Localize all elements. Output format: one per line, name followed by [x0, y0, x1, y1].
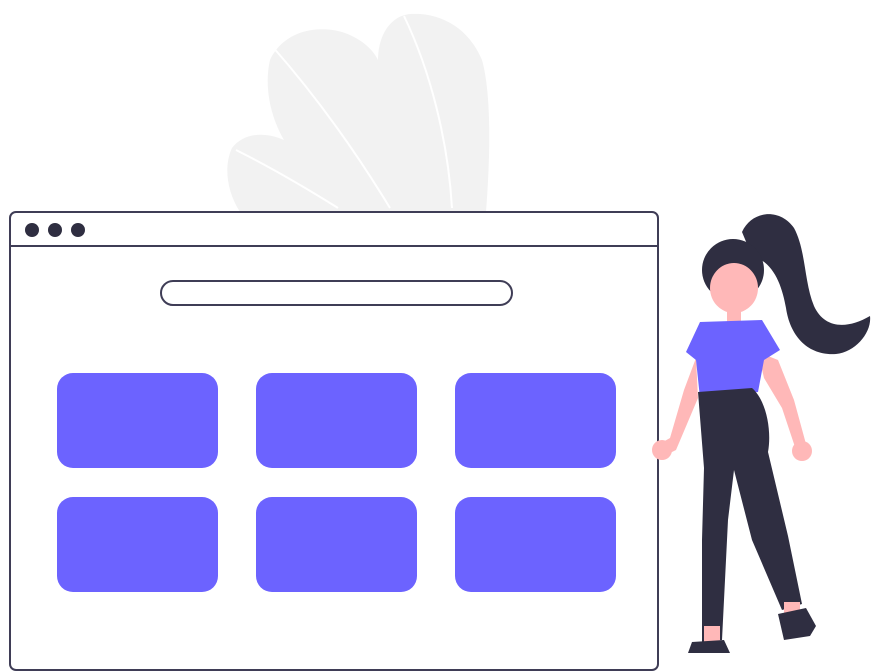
illustration-scene — [0, 0, 885, 671]
person-icon — [652, 214, 871, 653]
